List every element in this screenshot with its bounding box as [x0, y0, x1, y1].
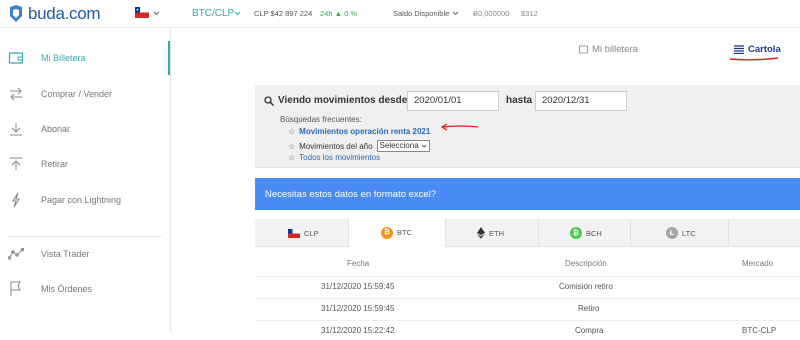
top-bar: buda.com BTC/CLP CLP $42 897 224 24h ▲ 0… [0, 0, 800, 28]
to-date-input[interactable]: 2020/12/31 [535, 91, 627, 111]
chile-flag-icon[interactable] [135, 7, 149, 18]
tab-clp[interactable]: CLP [255, 219, 349, 247]
ethereum-icon [477, 227, 485, 239]
tab-eth[interactable]: ETH [446, 219, 539, 247]
cell-descripcion: Comisión retiro [559, 282, 613, 291]
balance-btc: Ƀ0,000000 [473, 9, 510, 18]
lightning-icon [12, 192, 20, 208]
table-row: 31/12/2020 15:59:45 Comisión retiro [255, 276, 800, 296]
search-icon [264, 95, 274, 106]
sidebar-item-mi-billetera[interactable]: Mi Billetera [0, 42, 170, 74]
tab-mi-billetera[interactable]: Mi billetera [579, 44, 638, 55]
link-renta-2021[interactable]: Movimientos operación renta 2021 [299, 127, 430, 136]
list-item: ☆ Movimientos del año Selecciona [288, 140, 430, 152]
change-24h: 24h ▲ 0 % [320, 9, 358, 18]
list-item: ☆ Movimientos operación renta 2021 [288, 127, 430, 136]
link-todos-movimientos[interactable]: Todos los movimientos [299, 153, 380, 162]
wallet-icon [8, 52, 24, 64]
annotation-underline [729, 57, 779, 61]
list-item: ☆ Todos los movimientos [288, 153, 380, 162]
chevron-down-icon [421, 144, 426, 148]
column-header-descripcion: Descripción [565, 259, 607, 268]
sidebar-item-vista-trader[interactable]: Vista Trader [0, 238, 170, 270]
balance-clp: $312 [521, 9, 538, 18]
chart-line-icon [8, 247, 24, 260]
bitcoin-cash-icon: ₿ [570, 227, 582, 239]
flag-icon [10, 281, 21, 296]
list-icon [734, 45, 744, 54]
cell-fecha: 31/12/2020 15:59:45 [321, 304, 395, 313]
chile-flag-icon [288, 228, 300, 238]
exchange-icon [10, 87, 22, 101]
column-header-mercado: Mercado [742, 259, 774, 268]
tab-bch[interactable]: ₿ BCH [539, 219, 631, 247]
sidebar-item-lightning[interactable]: Pagar con Lightning [0, 184, 170, 216]
cell-fecha: 31/12/2020 15:59:45 [321, 282, 395, 291]
from-date-input[interactable]: 2020/01/01 [407, 91, 499, 111]
sidebar-item-retirar[interactable]: Retirar [0, 148, 170, 180]
excel-banner[interactable]: Necesitas estos datos en formato excel? [255, 178, 800, 210]
saldo-label[interactable]: Saldo Disponible [393, 9, 449, 18]
tab-btc[interactable]: ₿ BTC [349, 219, 446, 247]
table-row: 31/12/2020 15:22:42 Compra BTC-CLP [255, 320, 800, 340]
deposit-icon [10, 123, 22, 136]
cell-fecha: 31/12/2020 15:22:42 [321, 326, 395, 335]
trading-pair-selector[interactable]: BTC/CLP [192, 8, 234, 19]
price-display: CLP $42 897 224 [254, 9, 313, 18]
sidebar-divider [8, 236, 162, 237]
cell-descripcion: Compra [575, 326, 604, 335]
logo[interactable]: buda.com [8, 4, 101, 24]
bitcoin-icon: ₿ [381, 226, 393, 239]
table-row: 31/12/2020 15:59:45 Retiro [255, 298, 800, 318]
tab-cartola[interactable]: Cartola [734, 44, 781, 55]
sidebar: Mi Billetera Comprar / Vender Abonar Ret… [0, 28, 171, 333]
star-icon: ☆ [288, 153, 296, 162]
chevron-down-icon[interactable] [153, 10, 160, 17]
view-tabs: Mi billetera Cartola [171, 28, 800, 78]
movimientos-anio-label: Movimientos del año [299, 141, 373, 151]
chevron-down-icon[interactable] [234, 10, 241, 17]
hasta-label: hasta [506, 95, 533, 106]
card-icon [579, 45, 588, 54]
sidebar-item-mis-ordenes[interactable]: Mis Órdenes [0, 273, 170, 305]
year-select[interactable]: Selecciona [376, 140, 430, 152]
withdraw-icon [10, 157, 22, 170]
tab-ltc[interactable]: Ł LTC [631, 219, 729, 247]
frecuentes-title: Búsquedas frecuentes: [280, 115, 362, 124]
column-header-fecha: Fecha [347, 259, 370, 268]
star-icon: ☆ [288, 141, 296, 151]
logo-text: buda.com [28, 4, 101, 23]
coin-tabs: CLP ₿ BTC ETH ₿ BCH Ł LTC [255, 219, 800, 247]
viendo-label: Viendo movimientos desde [264, 95, 407, 106]
litecoin-icon: Ł [666, 227, 678, 239]
cell-mercado: BTC-CLP [742, 326, 777, 335]
chevron-down-icon[interactable] [452, 10, 459, 17]
star-icon: ☆ [288, 127, 296, 136]
sidebar-item-comprar-vender[interactable]: Comprar / Vender [0, 78, 170, 110]
filter-panel: Viendo movimientos desde 2020/01/01 hast… [255, 85, 800, 168]
buda-logo-icon [10, 5, 22, 22]
sidebar-item-abonar[interactable]: Abonar [0, 113, 170, 145]
cell-descripcion: Retiro [578, 304, 600, 313]
annotation-arrow [440, 123, 479, 131]
